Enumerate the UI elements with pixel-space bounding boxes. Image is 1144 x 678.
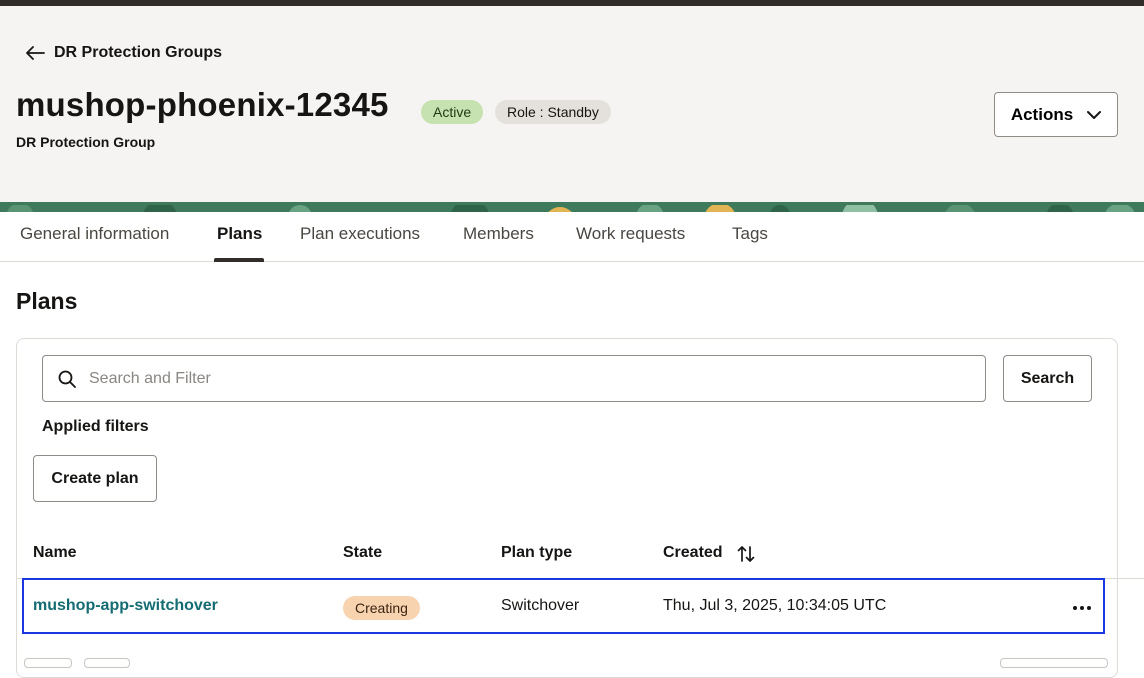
decorative-banner bbox=[0, 202, 1144, 212]
applied-filters-label: Applied filters bbox=[42, 418, 149, 435]
plan-type-cell: Switchover bbox=[501, 597, 580, 614]
column-header-created[interactable]: Created bbox=[663, 544, 723, 562]
column-header-name: Name bbox=[33, 544, 77, 561]
more-horizontal-icon[interactable] bbox=[1070, 596, 1094, 620]
page-subtitle: DR Protection Group bbox=[16, 134, 156, 150]
tab-bar: General information Plans Plan execution… bbox=[0, 212, 1144, 262]
column-header-plan-type: Plan type bbox=[501, 544, 573, 561]
breadcrumb-back-link[interactable]: DR Protection Groups bbox=[24, 44, 222, 62]
page-size-select[interactable] bbox=[1000, 658, 1108, 668]
create-plan-button[interactable]: Create plan bbox=[33, 455, 157, 502]
actions-button[interactable]: Actions bbox=[994, 92, 1118, 137]
state-badge: Creating bbox=[343, 596, 420, 620]
breadcrumb-label: DR Protection Groups bbox=[54, 44, 223, 61]
page-header: DR Protection Groups mushop-phoenix-1234… bbox=[0, 6, 1144, 202]
tab-work-requests[interactable]: Work requests bbox=[576, 224, 685, 244]
dot bbox=[1087, 606, 1091, 610]
arrow-left-icon bbox=[26, 46, 45, 60]
plan-name-link[interactable]: mushop-app-switchover bbox=[33, 597, 218, 615]
tab-plans[interactable]: Plans bbox=[217, 224, 262, 244]
role-badge: Role : Standby bbox=[495, 100, 611, 124]
pagination-control[interactable] bbox=[84, 658, 130, 668]
status-badge: Active bbox=[421, 100, 484, 124]
search-button[interactable]: Search bbox=[1003, 355, 1092, 402]
active-tab-indicator bbox=[214, 258, 264, 262]
actions-label: Actions bbox=[1010, 104, 1074, 124]
column-header-state: State bbox=[343, 544, 383, 561]
banner-pattern bbox=[0, 202, 1144, 212]
search-input[interactable] bbox=[89, 369, 969, 388]
tab-members[interactable]: Members bbox=[463, 224, 534, 244]
tab-general-information[interactable]: General information bbox=[20, 224, 169, 244]
dot bbox=[1080, 606, 1084, 610]
tab-plan-executions[interactable]: Plan executions bbox=[300, 224, 420, 244]
search-icon bbox=[58, 370, 76, 388]
dot bbox=[1073, 606, 1077, 610]
tab-tags[interactable]: Tags bbox=[732, 224, 768, 244]
search-field[interactable] bbox=[42, 355, 986, 402]
sort-icon[interactable] bbox=[736, 544, 756, 564]
section-title: Plans bbox=[16, 288, 78, 314]
chevron-down-icon bbox=[1087, 110, 1102, 119]
pagination-control[interactable] bbox=[24, 658, 72, 668]
created-cell: Thu, Jul 3, 2025, 10:34:05 UTC bbox=[663, 597, 887, 614]
page-title: mushop-phoenix-12345 bbox=[16, 86, 389, 123]
